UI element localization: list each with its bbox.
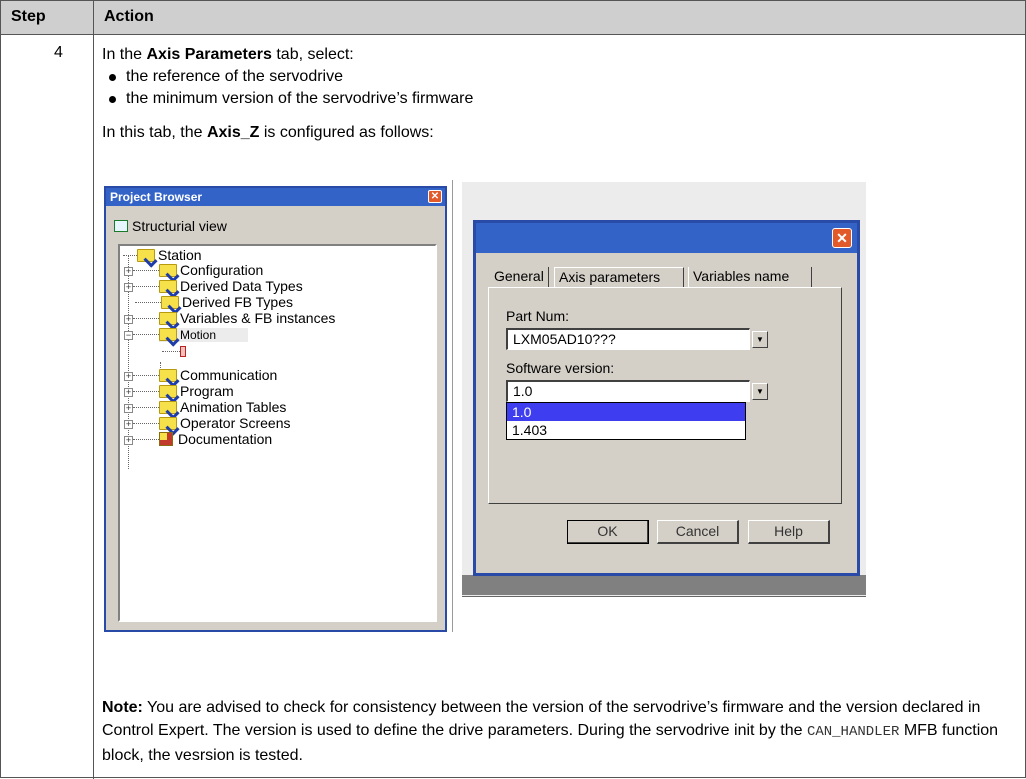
project-tree[interactable]: Station + Configuration + Derived Data Typ… <box>118 244 437 622</box>
expand-icon[interactable]: + <box>124 388 133 397</box>
part-num-label: Part Num: <box>506 308 570 324</box>
tree-item-motion[interactable]: − Motion <box>124 326 249 343</box>
tree-item-configuration[interactable]: + Configuration <box>124 262 263 279</box>
expand-icon[interactable]: + <box>124 404 133 413</box>
bullet-icon <box>109 96 116 103</box>
action-cell: In the Axis Parameters tab, select: the … <box>102 44 1017 110</box>
folder-icon <box>159 369 177 382</box>
folder-icon <box>137 249 155 262</box>
bullet-icon <box>109 74 116 81</box>
folder-icon <box>159 312 177 325</box>
software-version-dropdown[interactable]: 1.0 1.403 <box>506 402 746 440</box>
expand-icon[interactable]: + <box>124 283 133 292</box>
tree-item-derived-fb-types[interactable]: Derived FB Types <box>124 294 293 311</box>
dropdown-option-selected[interactable]: 1.0 <box>507 403 745 421</box>
action-column-header: Action <box>104 8 154 25</box>
close-icon[interactable]: ✕ <box>428 190 442 203</box>
ok-button[interactable]: OK <box>567 520 649 544</box>
folder-icon <box>161 296 179 309</box>
folder-icon <box>159 280 177 293</box>
axis-name-emphasis: Axis_Z <box>206 124 260 141</box>
project-browser-title: Project Browser <box>110 190 203 204</box>
collapse-icon[interactable]: − <box>124 331 133 340</box>
software-version-select[interactable]: 1.0 <box>506 380 750 402</box>
intro-text: In the Axis Parameters tab, select: <box>102 46 354 63</box>
note-label: Note: <box>102 699 143 716</box>
expand-icon[interactable]: + <box>124 372 133 381</box>
project-browser-title-bar: Project Browser ✕ <box>106 188 445 206</box>
screenshot-figure: Project Browser ✕ Structurial view Stati… <box>102 180 866 632</box>
tab-name-emphasis: Axis Parameters <box>146 46 272 63</box>
function-block-name: CAN_HANDLER <box>806 724 900 740</box>
axis-parameters-panel: Part Num: LXM05AD10??? ▼ Software versio… <box>488 287 842 504</box>
tab-general[interactable]: General <box>490 267 549 288</box>
tree-item-communication[interactable]: + Communication <box>124 367 277 384</box>
folder-icon <box>159 401 177 414</box>
dialog-backdrop-band <box>462 575 866 595</box>
axis-properties-dialog: ✕ General Axis parameters Variables name… <box>473 220 860 576</box>
tree-item-operator-screens[interactable]: + Operator Screens <box>124 415 291 432</box>
folder-icon <box>159 264 177 277</box>
tree-item-derived-data-types[interactable]: + Derived Data Types <box>124 278 303 295</box>
folder-icon <box>159 328 177 341</box>
chevron-down-icon[interactable]: ▼ <box>752 331 768 348</box>
tree-item-program[interactable]: + Program <box>124 383 234 400</box>
documentation-icon <box>159 432 173 446</box>
tree-item-variables[interactable]: + Variables & FB instances <box>124 310 335 327</box>
tree-item-motion-axis[interactable] <box>162 343 186 360</box>
table-header: Step Action <box>1 1 1025 35</box>
list-item: the reference of the servodrive <box>102 66 1017 88</box>
part-num-select[interactable]: LXM05AD10??? <box>506 328 750 350</box>
step-number: 4 <box>54 44 63 61</box>
configuration-intro: In this tab, the Axis_Z is configured as… <box>102 124 434 141</box>
close-icon[interactable]: ✕ <box>832 228 852 248</box>
expand-icon[interactable]: + <box>124 315 133 324</box>
axis-icon <box>180 346 186 357</box>
chevron-down-icon[interactable]: ▼ <box>752 383 768 400</box>
expand-icon[interactable]: + <box>124 267 133 276</box>
cancel-button[interactable]: Cancel <box>657 520 739 544</box>
list-item: the minimum version of the servodrive’s … <box>102 88 1017 110</box>
step-column-header: Step <box>11 8 46 25</box>
dialog-title-bar: ✕ <box>476 223 857 253</box>
folder-icon <box>159 417 177 430</box>
tree-item-documentation[interactable]: + Documentation <box>124 431 272 448</box>
figure-separator <box>452 180 454 632</box>
tab-axis-parameters[interactable]: Axis parameters <box>554 267 684 288</box>
folder-icon <box>159 385 177 398</box>
divider <box>462 596 866 597</box>
expand-icon[interactable]: + <box>124 436 133 445</box>
tab-variables-name[interactable]: Variables name <box>688 267 812 288</box>
dropdown-option[interactable]: 1.403 <box>507 421 745 439</box>
structural-view-label: Structurial view <box>114 218 227 234</box>
bullet-list: the reference of the servodrive the mini… <box>102 66 1017 110</box>
help-button[interactable]: Help <box>748 520 830 544</box>
selected-node-highlight: Motion <box>159 328 249 342</box>
structural-view-icon <box>114 220 128 232</box>
note-paragraph: Note: You are advised to check for consi… <box>102 699 999 764</box>
project-browser-window: Project Browser ✕ Structurial view Stati… <box>104 186 447 632</box>
expand-icon[interactable]: + <box>124 420 133 429</box>
column-divider <box>93 1 94 779</box>
tree-item-animation-tables[interactable]: + Animation Tables <box>124 399 286 416</box>
software-version-label: Software version: <box>506 360 615 376</box>
